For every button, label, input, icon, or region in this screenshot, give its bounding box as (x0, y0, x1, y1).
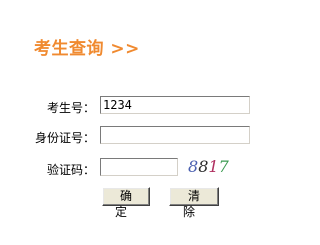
id-number-input[interactable] (100, 126, 250, 144)
captcha-char: 1 (208, 157, 219, 176)
captcha-image[interactable]: 8817 (188, 157, 230, 177)
button-row: 确定 清除 (0, 187, 309, 219)
captcha-input[interactable] (100, 158, 178, 176)
exam-number-label: 考生号： (46, 101, 95, 115)
exam-number-row: 考生号： (0, 96, 309, 118)
id-number-row: 身份证号： (0, 126, 309, 148)
captcha-char: 7 (218, 157, 229, 176)
clear-button[interactable]: 清除 (169, 187, 219, 219)
captcha-row: 验证码： 8817 (0, 157, 309, 180)
captcha-char: 8 (198, 157, 209, 176)
exam-number-input[interactable] (100, 96, 250, 114)
captcha-label: 验证码： (46, 163, 95, 177)
id-number-label: 身份证号： (34, 131, 95, 145)
confirm-button[interactable]: 确定 (102, 187, 150, 219)
page-title: 考生查询 >> (34, 39, 140, 59)
captcha-char: 8 (188, 157, 199, 176)
